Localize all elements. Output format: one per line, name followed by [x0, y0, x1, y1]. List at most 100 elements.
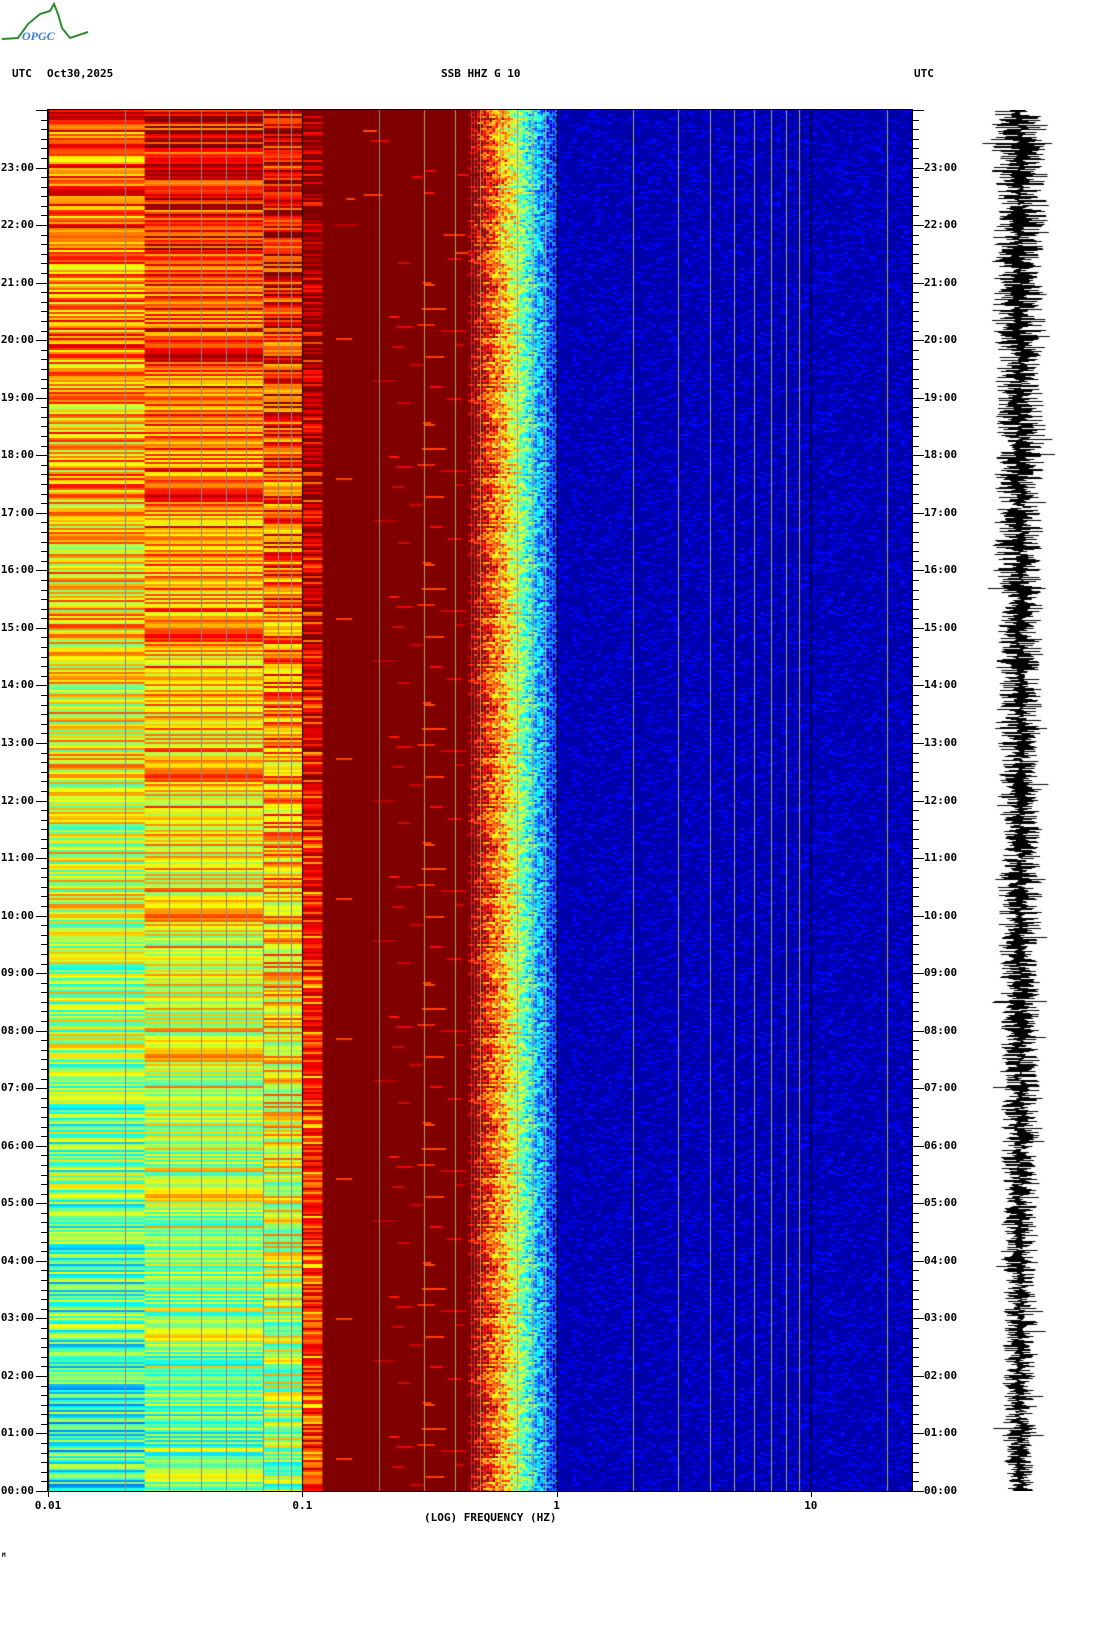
- y-tick-left: [41, 331, 48, 332]
- y-tick-left: [41, 1270, 48, 1271]
- y-tick-right: [912, 225, 924, 226]
- y-tick-label-left: 20:00: [0, 333, 34, 347]
- y-tick-right: [912, 1021, 919, 1022]
- y-tick-right: [912, 1270, 919, 1271]
- y-tick-right: [912, 1079, 919, 1080]
- y-tick-label-left: 02:00: [0, 1368, 34, 1382]
- y-tick-right: [912, 302, 919, 303]
- y-tick-right: [912, 714, 919, 715]
- y-tick-right: [912, 944, 919, 945]
- y-tick-left: [41, 1309, 48, 1310]
- seismogram-trace: [975, 110, 1055, 1491]
- y-tick-left: [41, 714, 48, 715]
- y-tick-left: [36, 1031, 48, 1032]
- y-tick-left: [41, 273, 48, 274]
- y-tick-left: [36, 283, 48, 284]
- y-tick-right: [912, 1386, 919, 1387]
- y-tick-left: [41, 647, 48, 648]
- y-tick-left: [41, 311, 48, 312]
- y-tick-left: [36, 1261, 48, 1262]
- y-tick-right: [912, 321, 919, 322]
- y-tick-right: [912, 839, 919, 840]
- x-tick: [48, 1491, 49, 1497]
- y-tick-left: [41, 254, 48, 255]
- y-tick-right: [912, 1098, 919, 1099]
- y-tick-right: [912, 1376, 924, 1377]
- y-tick-left: [36, 1491, 48, 1492]
- y-tick-left: [41, 484, 48, 485]
- y-tick-label-right: 11:00: [924, 851, 958, 865]
- y-tick-right: [912, 120, 919, 121]
- x-tick: [302, 1491, 303, 1497]
- y-tick-left: [41, 350, 48, 351]
- y-tick-left: [41, 935, 48, 936]
- y-tick-left: [41, 1424, 48, 1425]
- y-tick-right: [912, 1338, 919, 1339]
- y-tick-right: [912, 1165, 919, 1166]
- y-tick-right: [912, 311, 919, 312]
- y-tick-right: [912, 244, 919, 245]
- left-timezone-label: UTC: [12, 67, 32, 80]
- y-tick-left: [36, 1376, 48, 1377]
- y-tick-right: [912, 1031, 924, 1032]
- y-tick-label-left: 07:00: [0, 1081, 34, 1095]
- y-tick-left: [41, 772, 48, 773]
- y-tick-left: [41, 494, 48, 495]
- x-tick: [811, 1491, 812, 1497]
- y-tick-right: [912, 829, 919, 830]
- y-tick-right: [912, 954, 919, 955]
- y-tick-right: [912, 1222, 919, 1223]
- y-tick-label-right: 08:00: [924, 1023, 958, 1037]
- y-tick-label-right: 01:00: [924, 1426, 958, 1440]
- y-tick-right: [912, 964, 919, 965]
- y-tick-right: [912, 935, 919, 936]
- y-tick-left: [41, 829, 48, 830]
- y-tick-left: [41, 1050, 48, 1051]
- y-tick-left: [41, 465, 48, 466]
- y-tick-left: [41, 820, 48, 821]
- y-tick-right: [912, 1175, 919, 1176]
- y-tick-right: [912, 1290, 919, 1291]
- y-tick-left: [36, 1146, 48, 1147]
- y-tick-right: [912, 676, 919, 677]
- y-tick-right: [912, 858, 924, 859]
- y-tick-right: [912, 168, 924, 169]
- y-tick-right: [912, 618, 919, 619]
- y-tick-right: [912, 1328, 919, 1329]
- y-tick-right: [912, 1136, 919, 1137]
- y-tick-left: [41, 906, 48, 907]
- y-tick-right: [912, 158, 919, 159]
- y-tick-right: [912, 1433, 924, 1434]
- y-tick-right: [912, 733, 919, 734]
- y-tick-right: [912, 465, 919, 466]
- y-tick-left: [41, 724, 48, 725]
- y-tick-left: [41, 810, 48, 811]
- y-tick-right: [912, 925, 919, 926]
- y-tick-left: [36, 168, 48, 169]
- y-tick-right: [912, 235, 919, 236]
- y-tick-right: [912, 1040, 919, 1041]
- y-tick-left: [36, 455, 48, 456]
- y-tick-right: [912, 1491, 924, 1492]
- y-tick-label-left: 05:00: [0, 1196, 34, 1210]
- y-tick-right: [912, 407, 919, 408]
- y-tick-right: [912, 139, 919, 140]
- y-tick-right: [912, 455, 924, 456]
- y-tick-right: [912, 1146, 924, 1147]
- y-tick-left: [41, 158, 48, 159]
- y-tick-right: [912, 1050, 919, 1051]
- y-tick-left: [41, 964, 48, 965]
- y-tick-left: [41, 1127, 48, 1128]
- y-tick-left: [41, 1395, 48, 1396]
- y-tick-left: [41, 129, 48, 130]
- y-tick-left: [41, 474, 48, 475]
- y-tick-left: [41, 532, 48, 533]
- y-tick-right: [912, 657, 919, 658]
- y-tick-left: [41, 1021, 48, 1022]
- y-tick-left: [41, 1242, 48, 1243]
- y-tick-label-left: 12:00: [0, 793, 34, 807]
- y-tick-left: [41, 781, 48, 782]
- y-tick-right: [912, 350, 919, 351]
- y-tick-left: [41, 1347, 48, 1348]
- y-tick-right: [912, 1242, 919, 1243]
